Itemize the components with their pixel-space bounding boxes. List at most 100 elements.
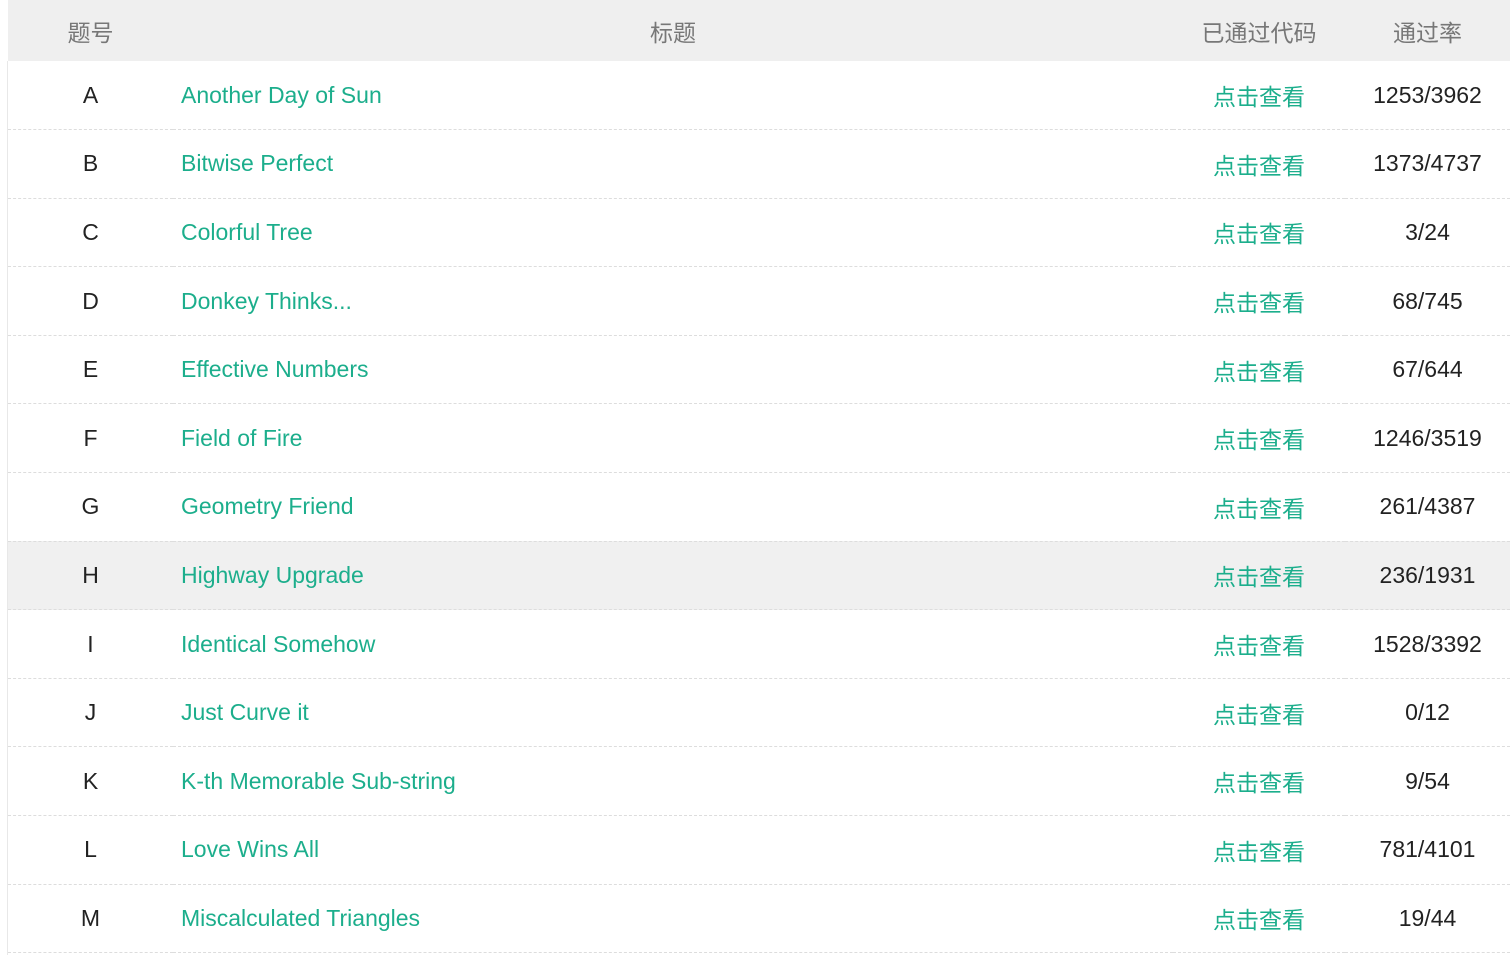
problem-title-cell: Geometry Friend [173,473,1173,542]
problem-title-link[interactable]: Love Wins All [181,836,319,862]
table-row: E Effective Numbers 点击查看 67/644 [8,335,1510,404]
header-title: 标题 [650,19,696,46]
problem-title-link[interactable]: Donkey Thinks... [181,288,352,314]
problem-id: H [82,561,99,588]
view-code-link[interactable]: 点击查看 [1213,153,1305,179]
pass-rate: 67/644 [1392,356,1463,383]
table-row: I Identical Somehow 点击查看 1528/3392 [8,610,1510,679]
problem-title-cell: Love Wins All [173,816,1173,885]
problem-list: 题号 标题 已通过代码 通过率 A Another Day of Sun 点击查看 1… [8,0,1510,953]
header-id: 题号 [67,19,114,46]
view-code-link[interactable]: 点击查看 [1213,84,1305,110]
pass-rate: 1246/3519 [1373,424,1482,451]
table-row: K K-th Memorable Sub-string 点击查看 9/54 [8,747,1510,816]
passed-code-cell: 点击查看 [1173,747,1345,816]
passed-code-cell: 点击查看 [1173,678,1345,747]
passed-code-cell: 点击查看 [1173,335,1345,404]
view-code-link[interactable]: 点击查看 [1213,770,1305,796]
problem-id: E [82,356,99,383]
table-row: A Another Day of Sun 点击查看 1253/3962 [8,61,1510,130]
passed-code-cell: 点击查看 [1173,267,1345,336]
table-row: M Miscalculated Triangles 点击查看 19/44 [8,884,1510,953]
passed-code-cell: 点击查看 [1173,541,1345,610]
pass-rate: 0/12 [1405,699,1450,726]
view-code-link[interactable]: 点击查看 [1213,359,1305,385]
problem-id: L [84,836,97,863]
problem-title-link[interactable]: Identical Somehow [181,631,375,657]
pass-rate: 19/44 [1398,904,1457,931]
table-row: D Donkey Thinks... 点击查看 68/745 [8,267,1510,336]
passed-code-cell: 点击查看 [1173,130,1345,199]
passed-code-cell: 点击查看 [1173,816,1345,885]
table-row: H Highway Upgrade 点击查看 236/1931 [8,541,1510,610]
problem-title-cell: Colorful Tree [173,198,1173,267]
view-code-link[interactable]: 点击查看 [1213,564,1305,590]
problem-title-link[interactable]: Just Curve it [181,699,309,725]
problem-title-cell: Donkey Thinks... [173,267,1173,336]
view-code-link[interactable]: 点击查看 [1213,907,1305,933]
problem-title-cell: K-th Memorable Sub-string [173,747,1173,816]
problem-title-link[interactable]: K-th Memorable Sub-string [181,768,456,794]
header-row: 题号 标题 已通过代码 通过率 [8,0,1510,61]
problem-title-cell: Highway Upgrade [173,541,1173,610]
header-code: 已通过代码 [1201,19,1317,46]
problem-table: 题号 标题 已通过代码 通过率 A Another Day of Sun 点击查看 1… [8,0,1510,953]
pass-rate: 781/4101 [1379,836,1476,863]
table-row: B Bitwise Perfect 点击查看 1373/4737 [8,130,1510,199]
problem-id: F [83,424,98,451]
table-row: C Colorful Tree 点击查看 3/24 [8,198,1510,267]
view-code-link[interactable]: 点击查看 [1213,496,1305,522]
problem-title-cell: Just Curve it [173,678,1173,747]
problem-title-link[interactable]: Effective Numbers [181,356,368,382]
table-row: F Field of Fire 点击查看 1246/3519 [8,404,1510,473]
header-rate: 通过率 [1393,19,1462,46]
problem-id: G [81,493,100,520]
problem-title-cell: Bitwise Perfect [173,130,1173,199]
problem-title-link[interactable]: Bitwise Perfect [181,150,333,176]
problem-id: C [82,218,99,245]
problem-title-link[interactable]: Field of Fire [181,425,302,451]
passed-code-cell: 点击查看 [1173,404,1345,473]
problem-title-link[interactable]: Highway Upgrade [181,562,364,588]
table-row: L Love Wins All 点击查看 781/4101 [8,816,1510,885]
problem-id: M [80,904,101,931]
problem-title-cell: Another Day of Sun [173,61,1173,130]
passed-code-cell: 点击查看 [1173,610,1345,679]
table-row: G Geometry Friend 点击查看 261/4387 [8,473,1510,542]
problem-id: A [82,81,99,108]
pass-rate: 1528/3392 [1373,630,1482,657]
table-body: A Another Day of Sun 点击查看 1253/3962 B Bitwise… [8,61,1510,953]
table-row: J Just Curve it 点击查看 0/12 [8,678,1510,747]
pass-rate: 3/24 [1405,218,1450,245]
passed-code-cell: 点击查看 [1173,198,1345,267]
table-header: 题号 标题 已通过代码 通过率 [8,0,1510,61]
problem-id: J [84,699,97,726]
passed-code-cell: 点击查看 [1173,61,1345,130]
pass-rate: 1373/4737 [1373,150,1482,177]
problem-title-link[interactable]: Miscalculated Triangles [181,905,420,931]
problem-title-cell: Effective Numbers [173,335,1173,404]
passed-code-cell: 点击查看 [1173,884,1345,953]
pass-rate: 261/4387 [1379,493,1476,520]
pass-rate: 9/54 [1405,767,1450,794]
view-code-link[interactable]: 点击查看 [1213,839,1305,865]
view-code-link[interactable]: 点击查看 [1213,633,1305,659]
view-code-link[interactable]: 点击查看 [1213,702,1305,728]
problem-id: K [82,767,99,794]
view-code-link[interactable]: 点击查看 [1213,290,1305,316]
problem-id: I [87,630,94,657]
pass-rate: 68/745 [1392,287,1463,314]
problem-title-cell: Identical Somehow [173,610,1173,679]
problem-title-link[interactable]: Colorful Tree [181,219,313,245]
problem-title-link[interactable]: Another Day of Sun [181,82,382,108]
problem-id: D [82,287,99,314]
problem-title-link[interactable]: Geometry Friend [181,493,354,519]
problem-title-cell: Field of Fire [173,404,1173,473]
passed-code-cell: 点击查看 [1173,473,1345,542]
view-code-link[interactable]: 点击查看 [1213,427,1305,453]
problem-id: B [82,150,99,177]
pass-rate: 1253/3962 [1373,81,1482,108]
pass-rate: 236/1931 [1379,561,1476,588]
view-code-link[interactable]: 点击查看 [1213,221,1305,247]
problem-title-cell: Miscalculated Triangles [173,884,1173,953]
